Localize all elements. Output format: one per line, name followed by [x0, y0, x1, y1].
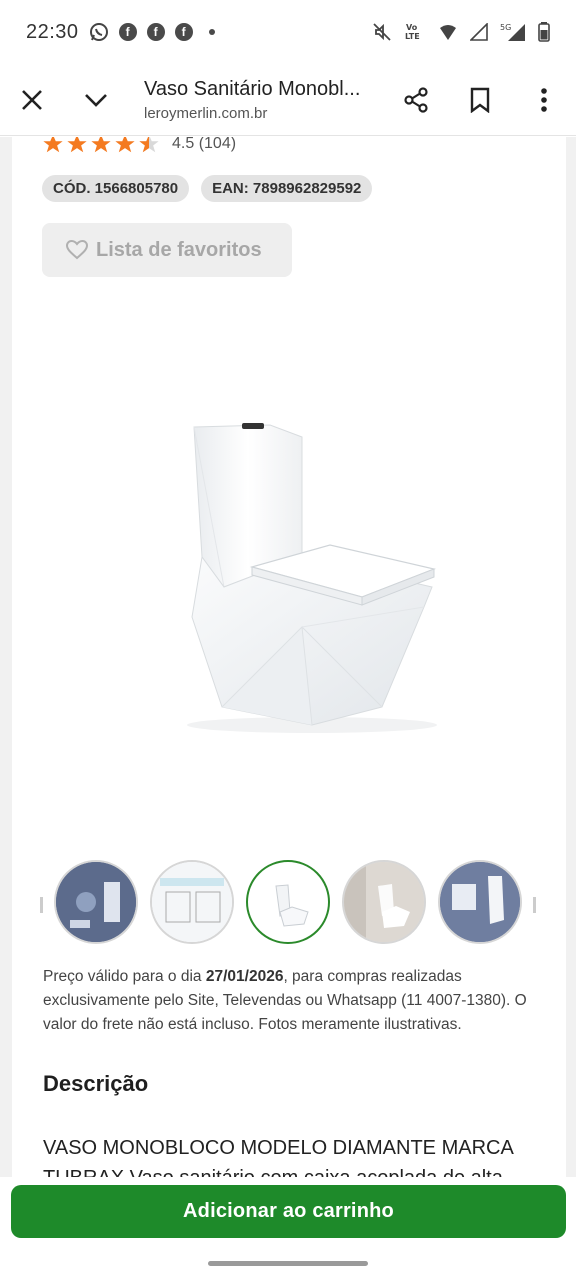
star-full-icon [115, 137, 135, 153]
dimensions-thumbnail-image [152, 862, 232, 942]
image-gallery [12, 857, 566, 947]
share-button[interactable] [384, 64, 448, 136]
favorites-button[interactable]: Lista de favoritos [42, 223, 292, 277]
price-disclaimer: Preço válido para o dia 27/01/2026, para… [43, 965, 543, 1037]
web-page: 4.5 (104) CÓD. 1566805780 EAN: 789896282… [0, 137, 576, 1177]
gallery-right-edge [533, 897, 536, 913]
page-title-block[interactable]: Vaso Sanitário Monobl... leroymerlin.com… [128, 78, 384, 122]
page-title: Vaso Sanitário Monobl... [144, 77, 361, 100]
status-bar: 22:30 f f f Vo LTE 5G [0, 0, 576, 64]
facebook-icon: f [174, 23, 193, 41]
feature-thumbnail-image [440, 862, 520, 942]
bookmark-icon [470, 87, 490, 113]
bookmark-button[interactable] [448, 64, 512, 136]
product-rating[interactable]: 4.5 (104) [42, 137, 236, 155]
bottom-action-bar: Adicionar ao carrinho [0, 1177, 576, 1280]
thumbnail-3[interactable] [246, 860, 330, 944]
notification-icons: f f f [89, 22, 215, 42]
price-note-prefix: Preço válido para o dia [43, 968, 206, 985]
thumbnail-5[interactable] [438, 860, 522, 944]
add-to-cart-button[interactable]: Adicionar ao carrinho [11, 1185, 566, 1238]
thumbnail-2[interactable] [150, 860, 234, 944]
collapse-button[interactable] [64, 64, 128, 136]
facebook-icon: f [146, 23, 165, 41]
price-note-date: 27/01/2026 [205, 968, 284, 985]
star-full-icon [91, 137, 111, 153]
signal-icon [470, 23, 488, 41]
status-time: 22:30 [26, 20, 79, 43]
bathroom-thumbnail-image [344, 862, 424, 942]
gallery-left-edge [40, 897, 43, 913]
product-content: 4.5 (104) CÓD. 1566805780 EAN: 789896282… [12, 137, 566, 1177]
favorites-label: Lista de favoritos [96, 238, 262, 261]
whatsapp-icon [89, 23, 108, 41]
chevron-down-icon [85, 93, 107, 107]
ean-chip: EAN: 7898962829592 [201, 175, 373, 202]
infographic-thumbnail-image [56, 862, 136, 942]
more-options-button[interactable] [512, 64, 576, 136]
heart-icon [66, 240, 88, 260]
description-heading: Descrição [43, 1071, 149, 1096]
more-notifications-dot [208, 29, 215, 35]
thumbnail-1[interactable] [54, 860, 138, 944]
description-text: VASO MONOBLOCO MODELO DIAMANTE MARCA TUB… [43, 1137, 513, 1177]
product-code-chip: CÓD. 1566805780 [42, 175, 190, 202]
thumbnail-4[interactable] [342, 860, 426, 944]
svg-text:5G: 5G [500, 23, 511, 32]
share-icon [404, 86, 428, 113]
browser-toolbar: Vaso Sanitário Monobl... leroymerlin.com… [0, 64, 576, 136]
star-full-icon [67, 137, 87, 153]
facebook-icon: f [118, 23, 137, 41]
star-full-icon [43, 137, 63, 153]
close-icon [22, 89, 42, 110]
rating-text: 4.5 (104) [172, 137, 237, 152]
svg-text:LTE: LTE [405, 32, 420, 41]
system-icons: Vo LTE 5G [372, 22, 550, 42]
mute-icon [373, 23, 391, 41]
close-button[interactable] [0, 64, 64, 136]
battery-icon [538, 22, 550, 42]
svg-text:Vo: Vo [406, 23, 418, 32]
more-vert-icon [541, 87, 547, 112]
volte-icon: VoLTE [405, 23, 420, 41]
page-url: leroymerlin.com.br [144, 104, 268, 122]
signal-5g-icon: 5G [500, 23, 525, 41]
product-codes: CÓD. 1566805780 EAN: 7898962829592 [42, 175, 373, 202]
product-image[interactable] [162, 407, 462, 737]
star-half-icon [139, 137, 159, 153]
toilet-thumbnail-image [275, 884, 309, 927]
home-indicator[interactable] [208, 1261, 368, 1266]
data-icon [440, 25, 456, 40]
